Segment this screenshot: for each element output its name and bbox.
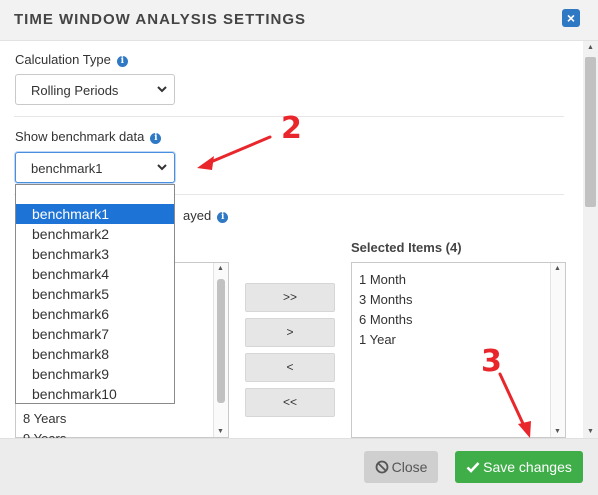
dropdown-option[interactable]: benchmark8 — [16, 344, 174, 364]
benchmark-select[interactable]: benchmark1 — [15, 152, 175, 183]
scroll-down-icon[interactable]: ▼ — [554, 428, 561, 435]
scrollbar-thumb[interactable] — [585, 57, 596, 207]
periods-label-text: ayed — [183, 208, 212, 223]
list-item[interactable]: 1 Month — [352, 270, 552, 290]
dialog-scrollbar[interactable]: ▲ ▼ — [583, 41, 598, 438]
list-item[interactable]: 6 Months — [352, 310, 552, 330]
scroll-up-icon[interactable]: ▲ — [587, 44, 594, 51]
annotation-step-3: 3 — [481, 344, 502, 379]
list-item[interactable]: 8 Years — [16, 409, 216, 429]
info-icon[interactable]: i — [150, 133, 162, 144]
move-right-button[interactable]: > — [245, 318, 335, 347]
dropdown-option[interactable]: benchmark10 — [16, 384, 174, 404]
info-icon[interactable]: i — [217, 212, 229, 223]
scroll-up-icon[interactable]: ▲ — [217, 265, 224, 272]
save-button-label: Save changes — [483, 459, 572, 475]
dialog-title: TIME WINDOW ANALYSIS SETTINGS — [14, 11, 307, 28]
available-list-scrollbar[interactable]: ▲ ▼ — [213, 263, 228, 437]
dropdown-option[interactable]: benchmark5 — [16, 284, 174, 304]
close-icon[interactable]: × — [562, 9, 580, 27]
calculation-type-select[interactable]: Rolling Periods — [15, 74, 175, 105]
chevron-down-icon — [156, 81, 168, 100]
benchmark-dropdown-list[interactable]: benchmark1 benchmark2 benchmark3 benchma… — [15, 184, 175, 404]
dropdown-option[interactable]: benchmark2 — [16, 224, 174, 244]
ban-icon — [375, 453, 389, 485]
scroll-down-icon[interactable]: ▼ — [587, 428, 594, 435]
benchmark-text: Show benchmark data — [15, 129, 145, 144]
check-icon — [466, 452, 480, 484]
move-all-left-button[interactable]: << — [245, 388, 335, 417]
benchmark-label: Show benchmark data i — [15, 129, 162, 144]
dropdown-option[interactable]: benchmark7 — [16, 324, 174, 344]
periods-label: ayed i — [183, 208, 229, 223]
selected-items-list[interactable]: 1 Month 3 Months 6 Months 1 Year ▲ ▼ — [351, 262, 566, 438]
close-button[interactable]: Close — [364, 451, 438, 483]
calculation-type-value: Rolling Periods — [31, 83, 119, 98]
annotation-step-2: 2 — [281, 111, 302, 146]
dialog-footer: Close Save changes — [0, 438, 598, 495]
list-item[interactable]: 3 Months — [352, 290, 552, 310]
benchmark-value: benchmark1 — [31, 161, 103, 176]
dropdown-option[interactable]: benchmark1 — [16, 204, 174, 224]
calculation-type-text: Calculation Type — [15, 52, 111, 67]
info-icon[interactable]: i — [116, 56, 128, 67]
settings-dialog: TIME WINDOW ANALYSIS SETTINGS × Calculat… — [0, 0, 598, 495]
dropdown-option[interactable]: benchmark9 — [16, 364, 174, 384]
save-changes-button[interactable]: Save changes — [455, 451, 583, 483]
scroll-up-icon[interactable]: ▲ — [554, 265, 561, 272]
move-all-right-button[interactable]: >> — [245, 283, 335, 312]
move-left-button[interactable]: < — [245, 353, 335, 382]
chevron-down-icon — [156, 159, 168, 178]
selected-items-label: Selected Items (4) — [351, 240, 462, 255]
dropdown-option[interactable]: benchmark6 — [16, 304, 174, 324]
scroll-down-icon[interactable]: ▼ — [217, 428, 224, 435]
dropdown-option[interactable]: benchmark3 — [16, 244, 174, 264]
dialog-header: TIME WINDOW ANALYSIS SETTINGS × — [0, 0, 598, 41]
dropdown-option-empty[interactable] — [16, 185, 174, 205]
list-item[interactable]: 9 Years — [16, 429, 216, 438]
dropdown-option[interactable]: benchmark4 — [16, 264, 174, 284]
scrollbar-thumb[interactable] — [217, 279, 225, 403]
calculation-type-label: Calculation Type i — [15, 52, 128, 67]
list-item[interactable]: 1 Year — [352, 330, 552, 350]
selected-list-scrollbar[interactable]: ▲ ▼ — [550, 263, 565, 437]
close-button-label: Close — [391, 459, 428, 475]
